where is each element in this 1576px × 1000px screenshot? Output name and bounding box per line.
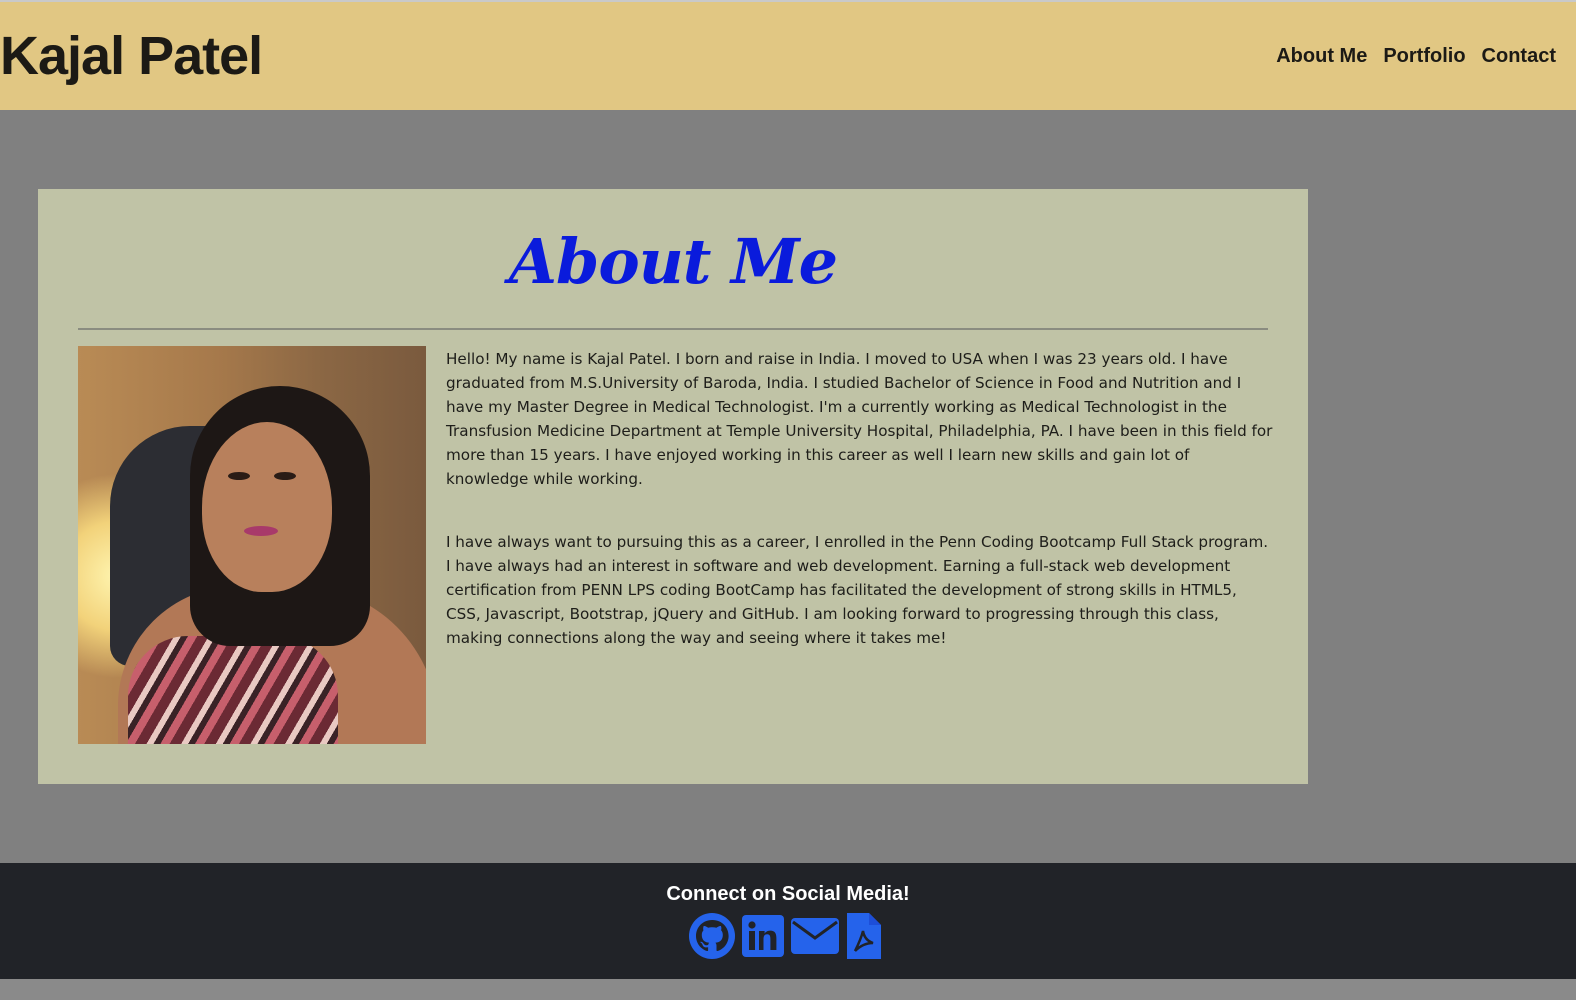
about-card: About Me Hello! My name is Kajal Patel. … — [38, 189, 1308, 784]
nav-portfolio[interactable]: Portfolio — [1375, 45, 1473, 68]
main-nav: About Me Portfolio Contact — [1268, 45, 1576, 68]
github-icon[interactable] — [688, 912, 736, 965]
bottom-edge — [0, 979, 1576, 1000]
email-icon[interactable] — [790, 916, 840, 961]
site-brand[interactable]: Kajal Patel — [0, 29, 263, 83]
nav-contact[interactable]: Contact — [1474, 45, 1564, 68]
social-icons — [688, 911, 883, 966]
site-footer: Connect on Social Media! — [0, 863, 1576, 979]
nav-about-me[interactable]: About Me — [1268, 45, 1375, 68]
footer-title: Connect on Social Media! — [666, 883, 910, 905]
bio-paragraph-2: I have always want to pursuing this as a… — [446, 533, 1269, 647]
pdf-resume-icon[interactable] — [845, 911, 883, 966]
linkedin-icon[interactable] — [741, 914, 785, 963]
bio-paragraph-1: Hello! My name is Kajal Patel. I born an… — [446, 350, 1273, 488]
profile-photo — [78, 346, 426, 744]
about-bio: Hello! My name is Kajal Patel. I born an… — [446, 347, 1276, 650]
title-divider — [78, 328, 1268, 330]
about-title: About Me — [508, 225, 838, 298]
site-header: Kajal Patel About Me Portfolio Contact — [0, 2, 1576, 110]
